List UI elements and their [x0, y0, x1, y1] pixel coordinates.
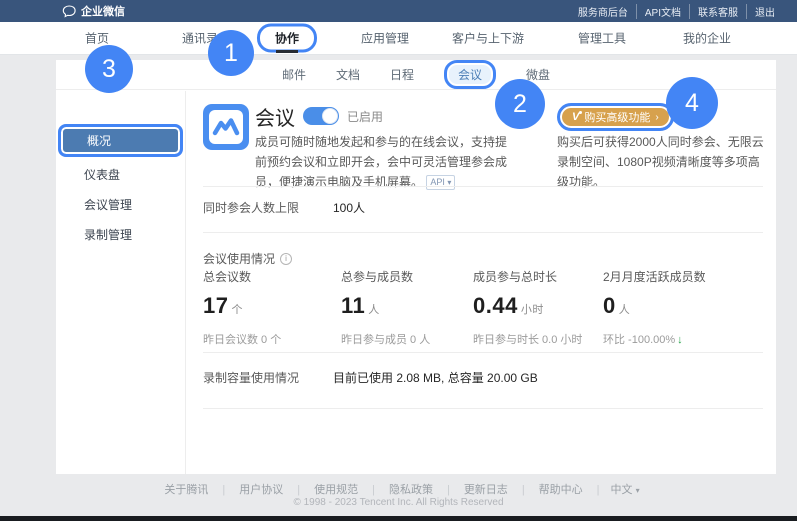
chat-bubble-icon [62, 5, 77, 18]
stat-value: 0.44 [473, 293, 518, 318]
wecom-admin-screen: 企业微信 服务商后台 API文档 联系客服 退出 首页 通讯录 协作 应用管理 … [0, 0, 797, 521]
stat-sub: 昨日会议数 0 个 [203, 331, 338, 347]
sidebar-item-overview[interactable]: 概况 [58, 124, 183, 157]
buy-premium-label: 购买高级功能 [584, 109, 650, 125]
stat-unit: 人 [619, 304, 631, 316]
tab-mail[interactable]: 邮件 [282, 66, 306, 83]
nav-item-tools[interactable]: 管理工具 [578, 30, 626, 47]
app-description-text: 成员可随时随地发起和参与的在线会议，支持提前预约会议和立即开会，会中可灵活管理参… [255, 135, 507, 189]
app-description: 成员可随时随地发起和参与的在线会议，支持提前预约会议和立即开会，会中可灵活管理参… [255, 132, 509, 192]
stat-value: 11 [341, 293, 365, 318]
window-bottom-edge [0, 516, 797, 521]
language-selector[interactable]: 中文 ▾ [607, 484, 640, 496]
trend-down-icon: ↓ [677, 334, 683, 346]
stat-total-meetings: 总会议数 17个 昨日会议数 0 个 [203, 268, 338, 347]
logo-text: 企业微信 [81, 3, 125, 19]
app-title: 会议 [255, 102, 295, 131]
divider [203, 408, 763, 409]
stat-sub: 环比 -100.00%↓ [603, 331, 773, 347]
sidebar-item-recording-mgmt[interactable]: 录制管理 [56, 220, 185, 250]
usage-title-text: 会议使用情况 [203, 250, 275, 267]
nav-item-customers[interactable]: 客户与上下游 [452, 30, 524, 47]
participant-limit-value: 100人 [333, 199, 365, 216]
participant-limit-label: 同时参会人数上限 [203, 199, 299, 216]
stat-label: 总参与成员数 [341, 268, 476, 285]
stat-total-duration: 成员参与总时长 0.44小时 昨日参与时长 0.0 小时 [473, 268, 608, 347]
caret-down-icon: ▾ [636, 486, 640, 495]
stat-sub: 昨日参与成员 0 人 [341, 331, 476, 347]
chevron-right-icon: › [655, 112, 658, 123]
usage-section-title: 会议使用情况 i [203, 250, 292, 267]
tab-calendar[interactable]: 日程 [390, 66, 414, 83]
footer-link-changelog[interactable]: 更新日志 [457, 484, 532, 496]
footer-link-rules[interactable]: 使用规范 [307, 484, 382, 496]
toggle-knob [322, 108, 338, 124]
nav-active-underline [276, 50, 298, 53]
stat-unit: 小时 [521, 304, 544, 316]
annotation-step-2: 2 [495, 79, 545, 129]
stat-sub-text: 环比 -100.00% [603, 334, 675, 346]
logout-link[interactable]: 退出 [747, 4, 783, 19]
stat-value: 17 [203, 293, 228, 318]
annotation-step-1: 1 [208, 30, 254, 76]
vip-v-icon: V [572, 111, 579, 123]
stat-unit: 个 [231, 304, 243, 316]
app-header: 会议 已启用 [255, 104, 383, 128]
info-icon[interactable]: i [280, 253, 292, 265]
annotation-step-4: 4 [666, 77, 718, 129]
sidebar-item-dashboard[interactable]: 仪表盘 [56, 160, 185, 190]
topbar-links: 服务商后台 API文档 联系客服 退出 [570, 4, 783, 19]
nav-item-company[interactable]: 我的企业 [683, 30, 731, 47]
copyright: © 1998 - 2023 Tencent Inc. All Rights Re… [0, 497, 797, 508]
topbar: 企业微信 服务商后台 API文档 联系客服 退出 [0, 0, 797, 22]
meeting-app-icon [203, 104, 249, 150]
api-doc-link[interactable]: API文档 [637, 4, 690, 19]
nav-item-home[interactable]: 首页 [85, 30, 109, 47]
divider [203, 186, 763, 187]
recording-capacity-label: 录制容量使用情况 [203, 369, 299, 386]
recording-capacity-value: 目前已使用 2.08 MB, 总容量 20.00 GB [333, 369, 538, 386]
footer-link-about[interactable]: 关于腾讯 [157, 484, 232, 496]
stat-label: 2月月度活跃成员数 [603, 268, 773, 285]
buy-premium-description: 购买后可获得2000人同时参会、无限云录制空间、1080P视频清晰度等多项高级功… [557, 132, 771, 192]
wecom-logo: 企业微信 [62, 3, 125, 19]
buy-premium-button[interactable]: V 购买高级功能 › [557, 103, 674, 131]
stat-sub: 昨日参与时长 0.0 小时 [473, 331, 608, 347]
sidebar: 概况 仪表盘 会议管理 录制管理 [56, 91, 186, 474]
toggle-status-label: 已启用 [347, 108, 383, 125]
sidebar-item-meeting-mgmt[interactable]: 会议管理 [56, 190, 185, 220]
main-panel: 会议 已启用 成员可随时随地发起和参与的在线会议，支持提前预约会议和立即开会，会… [187, 91, 776, 474]
content-card: 邮件 文档 日程 会议 微盘 概况 仪表盘 会议管理 录制管理 会议 [56, 60, 776, 474]
api-dropdown-tag[interactable]: API ▾ [426, 175, 455, 190]
service-provider-link[interactable]: 服务商后台 [570, 4, 637, 19]
footer-link-agreement[interactable]: 用户协议 [232, 484, 307, 496]
enable-toggle[interactable] [303, 107, 339, 125]
contact-support-link[interactable]: 联系客服 [690, 4, 747, 19]
nav-item-apps[interactable]: 应用管理 [361, 30, 409, 47]
footer-link-help[interactable]: 帮助中心 [532, 484, 607, 496]
stat-label: 总会议数 [203, 268, 338, 285]
tab-meeting[interactable]: 会议 [444, 60, 496, 89]
language-label: 中文 [611, 484, 633, 496]
stat-monthly-active: 2月月度活跃成员数 0人 环比 -100.00%↓ [603, 268, 773, 347]
stat-value: 0 [603, 293, 616, 318]
annotation-step-3: 3 [85, 45, 133, 93]
sub-tabs: 邮件 文档 日程 会议 微盘 [56, 60, 776, 90]
footer-link-privacy[interactable]: 隐私政策 [382, 484, 457, 496]
stat-total-participants: 总参与成员数 11人 昨日参与成员 0 人 [341, 268, 476, 347]
footer-links: 关于腾讯用户协议使用规范隐私政策更新日志帮助中心中文 ▾ [0, 481, 797, 497]
nav-item-collaboration[interactable]: 协作 [257, 24, 317, 53]
divider [203, 232, 763, 233]
tab-docs[interactable]: 文档 [336, 66, 360, 83]
stat-label: 成员参与总时长 [473, 268, 608, 285]
divider [203, 352, 763, 353]
stat-unit: 人 [368, 304, 380, 316]
